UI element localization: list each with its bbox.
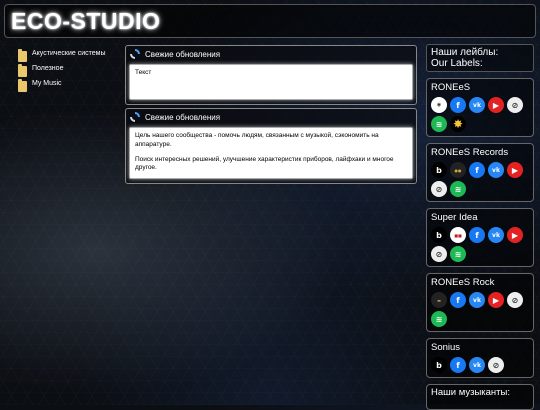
label-name[interactable]: RONEeS: [431, 82, 530, 93]
labels-heading-en: Our Labels:: [431, 58, 483, 69]
label-name[interactable]: Sonius: [431, 342, 530, 353]
panel-text: Текст: [135, 69, 152, 76]
updates-panel-1: Свежие обновления Текст: [125, 45, 417, 105]
nav-item-my-music[interactable]: My Music: [18, 79, 118, 95]
nav-item-useful[interactable]: Полезное: [18, 64, 118, 80]
label-card-ronees-rock: RONEeS Rock ▬ f vk ▶ ⊘ ≋: [426, 273, 534, 332]
spotify-icon[interactable]: ≋: [431, 116, 447, 132]
label-card-ronees-records: RONEeS Records b ●● f vk ▶ ⊘ ≋: [426, 143, 534, 202]
refresh-icon: [130, 49, 140, 59]
labels-sidebar: Наши лейблы: Our Labels: RONEeS ◉ f vk ▶…: [426, 44, 534, 410]
youtube-icon[interactable]: ▶: [488, 292, 504, 308]
left-navigation: Акустические системы Полезное My Music: [18, 49, 118, 95]
nav-item-acoustic[interactable]: Акустические системы: [18, 49, 118, 65]
music-disc-icon[interactable]: ⊘: [488, 357, 504, 373]
updates-panel-2: Свежие обновления Цель нашего сообщества…: [125, 108, 417, 184]
nav-item-label[interactable]: Акустические системы: [32, 50, 105, 57]
folder-icon: [18, 64, 27, 77]
youtube-icon[interactable]: ▶: [507, 162, 523, 178]
youtube-icon[interactable]: ▶: [488, 97, 504, 113]
refresh-icon: [130, 112, 140, 122]
label-card-sonius: Sonius b f vk ⊘: [426, 338, 534, 378]
panel-content: Текст: [129, 64, 413, 100]
spotify-icon[interactable]: ≋: [450, 181, 466, 197]
nav-item-label[interactable]: My Music: [32, 80, 62, 87]
folder-icon: [18, 49, 27, 62]
facebook-icon[interactable]: f: [450, 292, 466, 308]
panel-header: Свежие обновления: [126, 109, 416, 125]
facebook-icon[interactable]: f: [450, 97, 466, 113]
facebook-icon[interactable]: f: [469, 162, 485, 178]
labels-heading-ru: Наши лейблы:: [431, 47, 499, 58]
bandcamp-b-icon[interactable]: b: [431, 357, 447, 373]
label-logo-icon[interactable]: ●●: [450, 162, 466, 178]
site-logo[interactable]: ECO-STUDIO: [11, 8, 160, 35]
panel-header: Свежие обновления: [126, 46, 416, 62]
folder-icon: [18, 79, 27, 92]
bandcamp-b-icon[interactable]: b: [431, 162, 447, 178]
spotify-icon[interactable]: ≋: [450, 246, 466, 262]
label-card-super-idea: Super Idea b ■■ f vk ▶ ⊘ ≋: [426, 208, 534, 267]
label-name[interactable]: Super Idea: [431, 212, 530, 223]
label-logo-icon[interactable]: ■■: [450, 227, 466, 243]
bandcamp-b-icon[interactable]: b: [431, 227, 447, 243]
vk-icon[interactable]: vk: [488, 162, 504, 178]
music-disc-icon[interactable]: ⊘: [507, 97, 523, 113]
vk-icon[interactable]: vk: [488, 227, 504, 243]
youtube-icon[interactable]: ▶: [507, 227, 523, 243]
music-disc-icon[interactable]: ⊘: [431, 181, 447, 197]
facebook-icon[interactable]: f: [469, 227, 485, 243]
musicians-heading: Наши музыканты:: [426, 384, 534, 410]
facebook-icon[interactable]: f: [450, 357, 466, 373]
panel-content: Цель нашего сообщества - помочь людям, с…: [129, 127, 413, 179]
vk-icon[interactable]: vk: [469, 97, 485, 113]
panel-text: Поиск интересных решений, улучшение хара…: [135, 155, 394, 172]
sparkle-icon[interactable]: ✸: [450, 116, 466, 132]
panel-text: Цель нашего сообщества - помочь людям, с…: [135, 132, 379, 148]
label-name[interactable]: RONEeS Records: [431, 147, 530, 158]
label-card-ronees: RONEeS ◉ f vk ▶ ⊘ ≋ ✸: [426, 78, 534, 137]
site-header: ECO-STUDIO: [4, 4, 536, 38]
panel-title: Свежие обновления: [145, 49, 221, 59]
labels-heading: Наши лейблы: Our Labels:: [426, 44, 534, 72]
label-logo-icon[interactable]: ◉: [431, 97, 447, 113]
music-disc-icon[interactable]: ⊘: [431, 246, 447, 262]
vk-icon[interactable]: vk: [469, 292, 485, 308]
spotify-icon[interactable]: ≋: [431, 311, 447, 327]
label-name[interactable]: RONEeS Rock: [431, 277, 530, 288]
vk-icon[interactable]: vk: [469, 357, 485, 373]
panel-title: Свежие обновления: [145, 112, 221, 122]
music-disc-icon[interactable]: ⊘: [507, 292, 523, 308]
label-logo-icon[interactable]: ▬: [431, 292, 447, 308]
nav-item-label[interactable]: Полезное: [32, 65, 63, 72]
